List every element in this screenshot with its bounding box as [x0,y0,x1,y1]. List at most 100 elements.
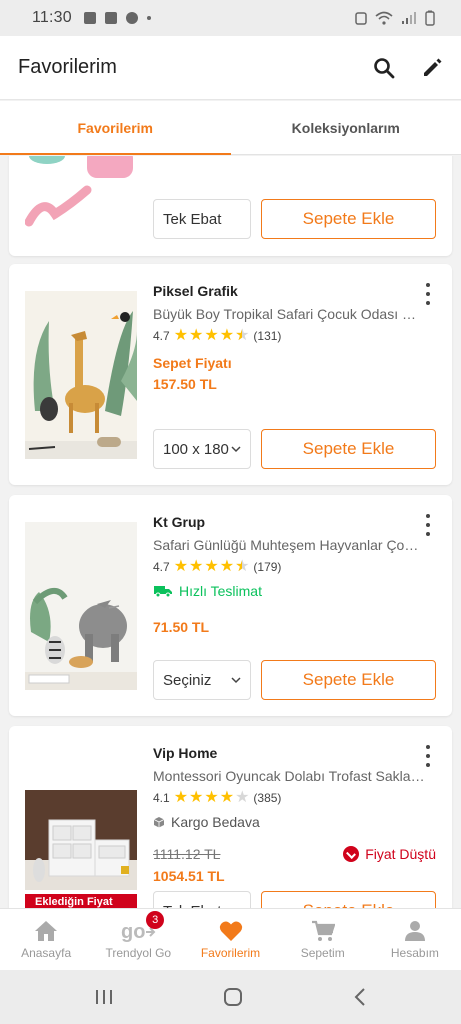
fast-delivery-tag: Hızlı Teslimat [153,583,262,599]
rating-stars: ★ ★ ★ ★ ★ [174,790,250,806]
app-header: Favorilerim [0,36,461,100]
rating-value: 4.1 [153,791,170,805]
status-time: 11:30 [32,9,72,26]
variant-select[interactable]: Seçiniz [153,660,251,700]
home-icon [35,920,58,941]
nav-item-sepetim[interactable]: Sepetim [277,909,369,970]
svg-text:go: go [121,921,145,942]
nav-item-hesabim[interactable]: Hesabım [369,909,461,970]
variant-select[interactable]: Tek Ebat [153,199,251,239]
add-to-cart-button[interactable]: Sepete Ekle [261,891,436,908]
rating-row: 4.7 ★★★★★ (131) [153,327,281,345]
product-image-art [25,790,137,890]
star-icon: ★ [189,558,204,575]
tab-bar: Favorilerim Koleksiyonlarım [0,101,461,155]
product-image[interactable] [25,291,137,459]
rating-stars: ★ ★ ★ ★ ★ [174,327,250,345]
review-count: (385) [253,791,282,805]
nav-label: Trendyol Go [105,945,172,960]
product-image-art [25,156,133,227]
more-options-icon[interactable] [418,745,438,767]
old-price: 1111.12 TL [153,846,221,862]
price-drop-badge: Fiyat Düştü [343,846,436,862]
variant-value: 100 x 180 [163,440,229,458]
more-options-icon[interactable] [418,283,438,305]
variant-select[interactable]: Tek Ebat [153,891,251,908]
system-navigation-bar [0,970,461,1024]
notification-badge: 3 [146,911,165,929]
package-icon [153,817,165,828]
edit-icon[interactable] [421,57,443,79]
favorite-card: Kt Grup Safari Günlüğü Muhteşem Hayvanla… [9,495,452,716]
product-brand: Kt Grup [153,514,206,530]
product-price: 1054.51 TL [153,868,225,884]
product-image[interactable] [25,156,137,230]
recent-apps-icon[interactable] [94,988,114,1006]
product-brand: Vip Home [153,745,218,761]
status-bar: 11:30 [0,0,461,36]
variant-value: Seçiniz [163,671,212,689]
rating-row: 4.1 ★ ★ ★ ★ ★ (385) [153,790,281,806]
add-to-cart-button[interactable]: Sepete Ekle [261,660,436,700]
nav-item-anasayfa[interactable]: Anasayfa [0,909,92,970]
cart-icon [311,920,335,941]
product-image[interactable] [25,790,137,890]
rating-value: 4.7 [153,329,170,343]
star-icon: ★ [204,558,219,575]
nav-item-trendyol-go[interactable]: go 3 Trendyol Go [92,909,184,970]
nav-label: Hesabım [390,945,439,960]
header-actions [373,57,443,79]
message-icon [83,12,96,24]
add-to-cart-button[interactable]: Sepete Ekle [261,429,436,469]
tab-koleksiyonlarim[interactable]: Koleksiyonlarım [231,101,461,154]
truck-icon [154,586,172,598]
product-name[interactable]: Büyük Boy Tropikal Safari Çocuk Odası Du… [153,306,425,322]
rating-row: 4.7 ★★★★★ (179) [153,558,282,576]
app-notification-icon [104,12,117,24]
rating-stars: ★ ★ ★ ★ ★ [174,558,250,576]
more-notifications-dot [146,16,151,20]
half-star-icon: ★ [235,559,249,576]
nav-label: Favorilerim [200,945,261,960]
half-star-icon: ★ [235,328,249,345]
empty-star-icon: ★ [235,789,250,806]
free-shipping-label: Kargo Bedava [171,814,260,830]
alarm-icon [355,12,367,25]
add-to-cart-button[interactable]: Sepete Ekle [261,199,436,239]
price-drop-label: Fiyat Düştü [365,846,436,862]
product-image[interactable] [25,522,137,690]
home-button-icon[interactable] [222,986,244,1008]
search-icon[interactable] [373,57,395,79]
nav-item-favorilerim[interactable]: Favorilerim [184,909,276,970]
wifi-icon [375,11,393,25]
product-brand: Piksel Grafik [153,283,238,299]
added-price-banner: Eklediğin Fiyat [25,894,137,908]
rating-value: 4.7 [153,560,170,574]
star-icon: ★ [204,789,219,806]
chevron-down-icon [231,677,241,684]
price-drop-icon [343,846,360,862]
product-image-art [25,291,137,459]
battery-icon [425,10,435,26]
back-icon[interactable] [353,987,367,1007]
tab-favorilerim[interactable]: Favorilerim [0,101,231,155]
system-status-icons [355,10,435,26]
fast-delivery-label: Hızlı Teslimat [179,583,262,599]
variant-value: Tek Ebat [163,210,222,228]
review-count: (179) [253,560,282,574]
product-name[interactable]: Montessori Oyuncak Dolabı Trofast Saklam… [153,768,425,784]
product-image-art [25,522,137,690]
bottom-navigation: Anasayfa go 3 Trendyol Go Favorilerim Se… [0,908,461,970]
star-icon: ★ [173,789,189,806]
variant-select[interactable]: 100 x 180 [153,429,251,469]
product-name[interactable]: Safari Günlüğü Muhteşem Hayvanlar Çocuk … [153,537,425,553]
ball-icon [125,12,138,24]
favorite-card: Eklediğin Fiyat Vip Home Montessori Oyun… [9,726,452,908]
more-options-icon[interactable] [418,514,438,536]
star-icon: ★ [219,327,235,344]
basket-price-label: Sepet Fiyatı [153,355,232,371]
nav-label: Sepetim [300,945,345,960]
chevron-down-icon [231,446,241,453]
favorites-list[interactable]: Tek Ebat Sepete Ekle Piksel Grafik Büyük… [0,156,461,908]
star-icon: ★ [189,789,204,806]
